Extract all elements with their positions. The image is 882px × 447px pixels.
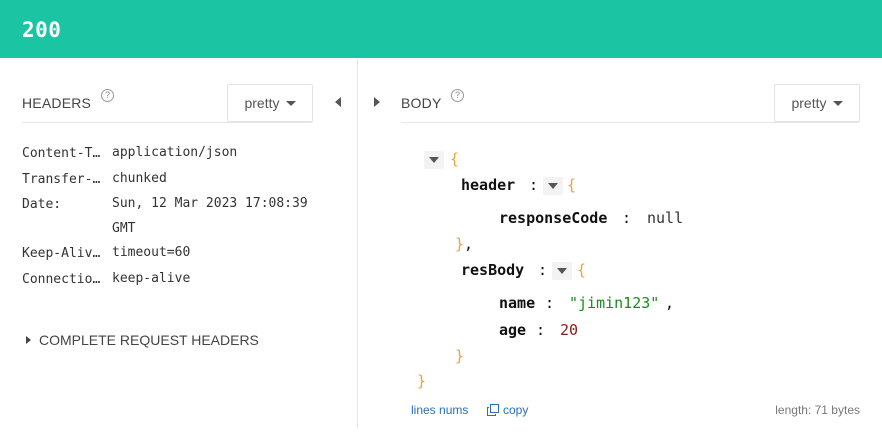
json-header-toggle[interactable] bbox=[543, 177, 563, 195]
json-colon: : bbox=[545, 294, 555, 312]
json-colon: : bbox=[622, 209, 632, 227]
header-key: Content-T… bbox=[22, 146, 101, 161]
json-key-response-code: responseCode bbox=[499, 209, 608, 227]
json-key-name: name bbox=[499, 294, 536, 312]
json-colon: : bbox=[529, 176, 539, 194]
header-key: Keep-Aliv… bbox=[22, 246, 101, 261]
json-root-toggle[interactable] bbox=[424, 151, 444, 169]
header-value: keep-alive bbox=[112, 271, 191, 286]
chevron-down-icon bbox=[832, 100, 843, 106]
header-value: chunked bbox=[112, 171, 167, 186]
body-title: BODY bbox=[401, 95, 442, 111]
header-key: Date: bbox=[22, 197, 62, 212]
expand-right-icon[interactable] bbox=[374, 97, 380, 107]
json-value-response-code: null bbox=[647, 209, 684, 227]
complete-request-headers-label: COMPLETE REQUEST HEADERS bbox=[39, 332, 259, 348]
json-header-close-brace: } bbox=[455, 235, 465, 253]
header-value: application/json bbox=[112, 145, 238, 160]
copy-link[interactable]: copy bbox=[503, 403, 528, 417]
json-value-age: 20 bbox=[560, 321, 579, 339]
json-key-header: header bbox=[461, 176, 516, 194]
json-value-name: "jimin123" bbox=[569, 294, 660, 312]
status-code: 200 bbox=[22, 18, 62, 42]
json-open-brace: { bbox=[450, 150, 460, 168]
body-format-dropdown[interactable]: pretty bbox=[774, 84, 860, 122]
json-key-age: age bbox=[499, 321, 527, 339]
json-resbody-toggle[interactable] bbox=[552, 262, 572, 280]
json-resbody-close-brace: } bbox=[455, 347, 465, 365]
json-comma: , bbox=[464, 235, 474, 253]
headers-title: HEADERS bbox=[22, 95, 92, 111]
body-help-icon[interactable]: ? bbox=[451, 89, 464, 102]
headers-help-icon[interactable]: ? bbox=[101, 89, 114, 102]
length-label: length: 71 bytes bbox=[775, 403, 860, 417]
json-resbody-open-brace: { bbox=[577, 261, 587, 279]
json-comma: , bbox=[665, 294, 675, 312]
header-key: Connectio… bbox=[22, 272, 101, 287]
json-header-open-brace: { bbox=[567, 176, 577, 194]
json-key-resbody: resBody bbox=[461, 261, 525, 279]
headers-format-label: pretty bbox=[244, 95, 280, 111]
headers-divider bbox=[22, 122, 313, 123]
headers-format-dropdown[interactable]: pretty bbox=[227, 84, 313, 122]
header-value: Sun, 12 Mar 2023 17:08:39 GMT bbox=[112, 196, 308, 236]
json-close-brace: } bbox=[417, 372, 427, 390]
complete-request-headers-toggle[interactable]: COMPLETE REQUEST HEADERS bbox=[26, 332, 259, 348]
lines-nums-link[interactable]: lines nums bbox=[411, 403, 468, 417]
header-key: Transfer-… bbox=[22, 172, 101, 187]
collapse-left-icon[interactable] bbox=[335, 97, 341, 107]
body-format-label: pretty bbox=[791, 95, 827, 111]
copy-icon[interactable] bbox=[487, 404, 499, 416]
json-colon: : bbox=[536, 321, 546, 339]
body-divider bbox=[401, 122, 860, 123]
status-bar: 200 bbox=[0, 0, 882, 58]
header-value: timeout=60 bbox=[112, 245, 191, 260]
json-colon: : bbox=[538, 261, 548, 279]
chevron-down-icon bbox=[285, 100, 296, 106]
chevron-right-icon bbox=[26, 336, 31, 344]
panel-divider bbox=[357, 58, 358, 428]
